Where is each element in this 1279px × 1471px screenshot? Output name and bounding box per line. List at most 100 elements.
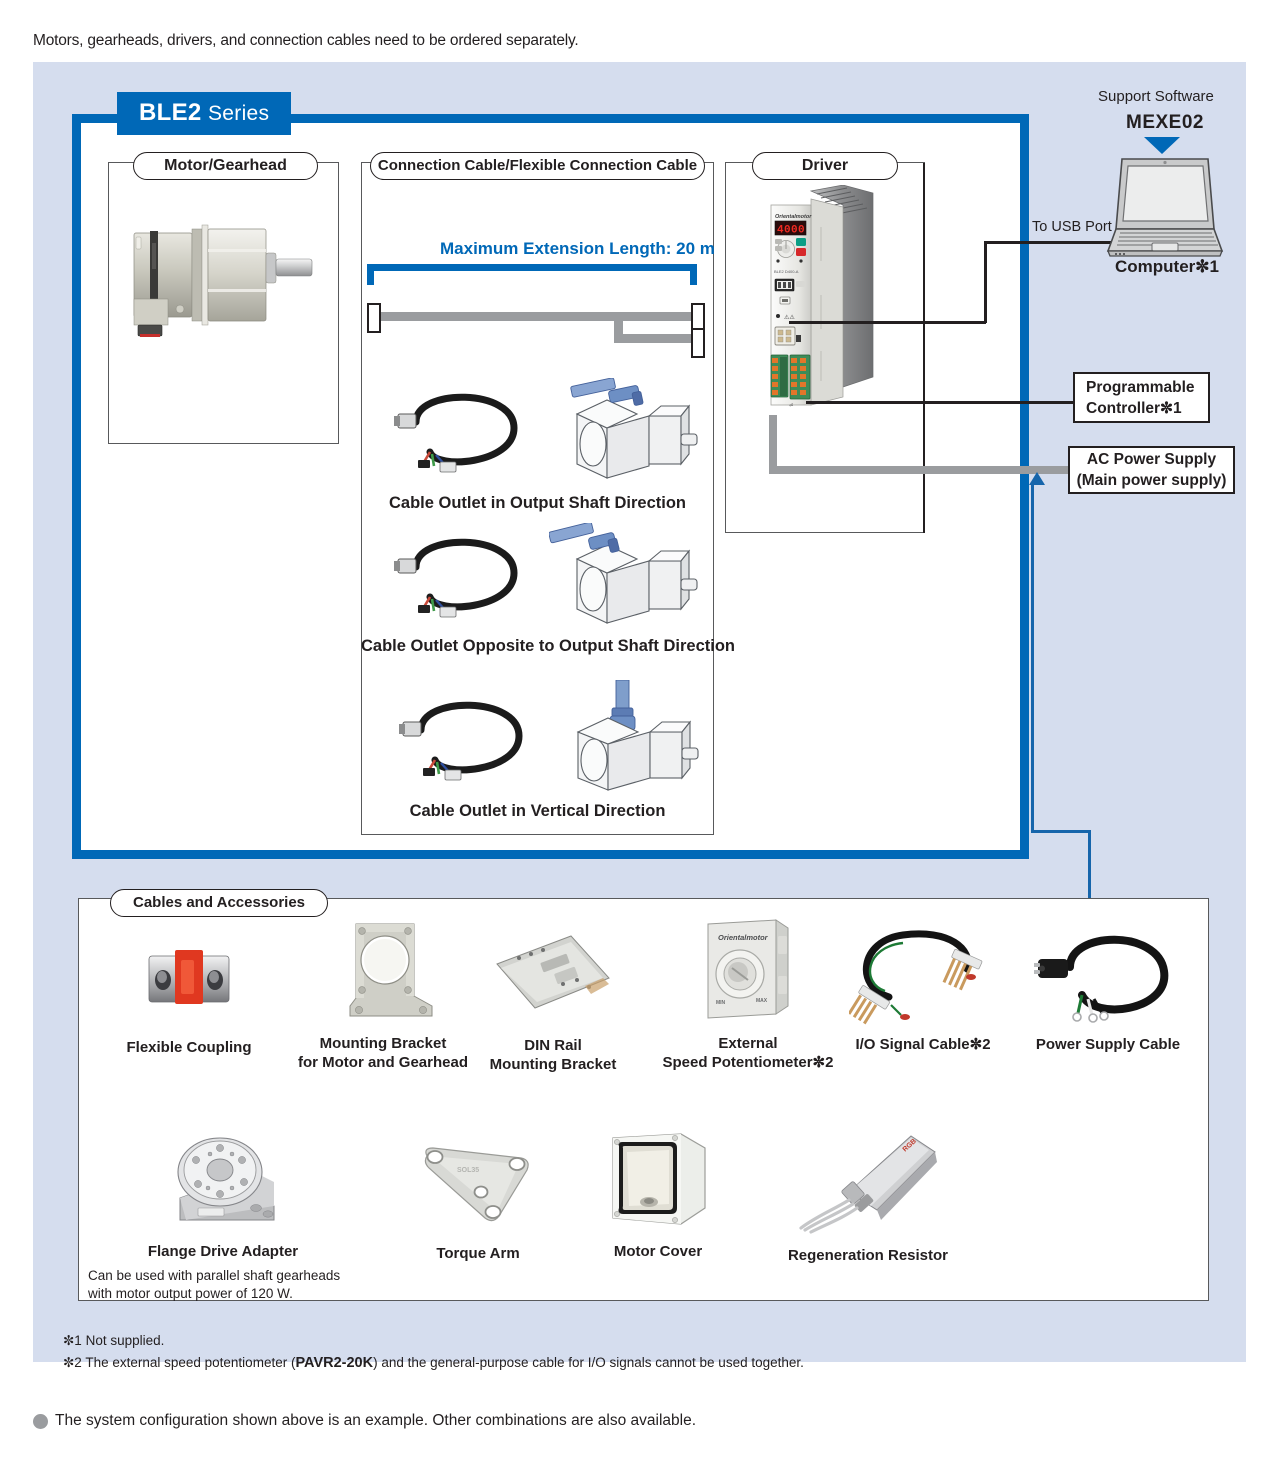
cable-run-horizontal-main: [381, 312, 691, 321]
max-extension-bracket: [367, 264, 697, 285]
cables-accessories-title: Cables and Accessories: [110, 889, 328, 917]
accessory-label: Flange Drive Adapter: [147, 1243, 299, 1260]
cable-variant-caption-2: Cable Outlet Opposite to Output Shaft Di…: [361, 637, 735, 655]
blue-connector-horizontal: [1031, 830, 1091, 833]
plc-line-2: Controller✼1: [1086, 399, 1182, 417]
svg-text:SOL35: SOL35: [457, 1167, 479, 1174]
programmable-controller-box: Programmable Controller✼1: [1073, 372, 1210, 423]
accessory-label-line-1: External: [718, 1035, 778, 1052]
accessory-label: Regeneration Resistor: [787, 1247, 949, 1264]
cable-connector-right-bottom: [691, 328, 705, 358]
speed-potentiometer-icon: Orientalmotor MIN MAX: [707, 919, 789, 1019]
accessory-power-supply-cable: Power Supply Cable: [1018, 925, 1198, 1054]
driver-title: Driver: [752, 152, 898, 180]
footnote-2-code: PAVR2-20K: [295, 1355, 374, 1371]
motor-cable-outlet-image-3: [576, 680, 699, 791]
accessory-note-line-1: Can be used with parallel shaft gearhead…: [88, 1268, 341, 1283]
wire-usb-vertical: [984, 241, 987, 323]
motor-cable-outlet-image-2: [549, 523, 698, 624]
motor-cover-icon: [612, 1133, 706, 1225]
blue-arrowhead-icon: [1029, 472, 1045, 485]
series-suffix: Series: [207, 102, 270, 125]
din-rail-bracket-icon: [496, 935, 610, 1009]
accessory-label: I/O Signal Cable✼2: [855, 1036, 991, 1053]
accessory-label-line-1: Mounting Bracket: [319, 1035, 447, 1052]
footnote-2-post: ) and the general-purpose cable for I/O …: [373, 1355, 804, 1370]
accessory-din-rail-bracket: DIN Rail Mounting Bracket: [478, 930, 628, 1074]
accessory-label-line-2: for Motor and Gearhead: [297, 1054, 469, 1071]
accessory-flange-drive-adapter: Flange Drive Adapter Can be used with pa…: [88, 1128, 358, 1303]
accessory-label-line-2: Mounting Bracket: [489, 1056, 617, 1073]
flexible-coupling-icon: [148, 950, 230, 1004]
bullet-icon: [33, 1413, 48, 1429]
accessory-note-line-2: with motor output power of 120 W.: [88, 1286, 293, 1301]
connection-cable-title: Connection Cable/Flexible Connection Cab…: [370, 152, 705, 180]
mounting-bracket-icon: [349, 923, 433, 1017]
power-supply-cable-icon: [1034, 935, 1169, 1023]
accessory-regeneration-resistor: RGB Regeneration Resistor: [778, 1130, 958, 1265]
usb-port-label: To USB Port: [1032, 219, 1112, 235]
motor-gearhead-image: [133, 224, 313, 337]
power-cable-horizontal: [769, 466, 1069, 474]
driver-display-value: 4000: [777, 225, 805, 237]
ble2-series-tab: BLE2 Series: [117, 92, 292, 135]
accessory-io-signal-cable: I/O Signal Cable✼2: [833, 925, 1013, 1054]
cable-variant-caption-1: Cable Outlet in Output Shaft Direction: [389, 494, 686, 512]
svg-text:BLE2 D400-A: BLE2 D400-A: [774, 269, 799, 274]
bottom-note-text: The system configuration shown above is …: [55, 1412, 697, 1429]
wire-usb-horizontal-1: [789, 321, 986, 324]
connection-cable-image-3: [399, 701, 523, 781]
accessory-label: Motor Cover: [613, 1243, 703, 1260]
wire-io-horizontal: [806, 401, 1074, 404]
svg-text:⚠⚠: ⚠⚠: [784, 314, 795, 321]
footnotes: ✼1 Not supplied. ✼2 The external speed p…: [63, 1330, 804, 1374]
accessory-label-line-1: DIN Rail: [524, 1037, 582, 1054]
svg-text:Orientalmotor: Orientalmotor: [718, 933, 769, 942]
flange-drive-adapter-icon: [177, 1137, 275, 1221]
regeneration-resistor-icon: RGB: [799, 1135, 937, 1234]
svg-text:⏎: ⏎: [789, 403, 793, 409]
series-name: BLE2: [139, 99, 202, 126]
accessory-flexible-coupling: Flexible Coupling: [104, 930, 274, 1057]
footnote-1: ✼1 Not supplied.: [63, 1333, 165, 1348]
cable-run-branch-horizontal: [614, 334, 691, 343]
plc-line-1: Programmable: [1086, 378, 1195, 396]
wire-usb-horizontal-2: [984, 241, 1114, 244]
support-software-label: Support Software: [1098, 88, 1214, 105]
accessory-speed-potentiometer: Orientalmotor MIN MAX External Speed Pot…: [648, 918, 848, 1072]
torque-arm-icon: SOL35: [424, 1147, 529, 1222]
svg-text:Orientalmotor: Orientalmotor: [775, 214, 812, 220]
computer-label: Computer✼1: [1115, 257, 1219, 276]
intro-text: Motors, gearheads, drivers, and connecti…: [33, 32, 579, 49]
connection-cable-image-2: [394, 538, 518, 618]
max-extension-label: Maximum Extension Length: 20 m: [440, 239, 715, 258]
accessory-label: Torque Arm: [436, 1245, 520, 1262]
accessory-label-line-2: Speed Potentiometer✼2: [662, 1054, 834, 1071]
blue-connector-vertical-upper: [1031, 484, 1034, 832]
accessory-motor-cover: Motor Cover: [578, 1130, 738, 1261]
ac-power-supply-box: AC Power Supply (Main power supply): [1068, 446, 1235, 494]
accessory-mounting-bracket: Mounting Bracket for Motor and Gearhead: [288, 920, 478, 1072]
cable-connector-left: [367, 303, 381, 333]
svg-text:MIN: MIN: [716, 1000, 726, 1006]
power-cable-vertical: [769, 415, 777, 470]
connection-cable-image-1: [394, 393, 518, 473]
mexe02-label: MEXE02: [1126, 112, 1204, 133]
svg-text:MAX: MAX: [756, 998, 768, 1004]
bottom-note: The system configuration shown above is …: [33, 1412, 696, 1430]
motor-gearhead-title: Motor/Gearhead: [133, 152, 318, 180]
io-signal-cable-icon: [849, 930, 983, 1025]
computer-laptop-icon: [1106, 158, 1224, 257]
footnote-2: ✼2 The external speed potentiometer (PAV…: [63, 1352, 804, 1374]
driver-image: Orientalmotor 4000 BLE2 D400-A ⚠⚠ ⏎: [770, 185, 874, 409]
ac-line-1: AC Power Supply: [1086, 451, 1217, 468]
ac-line-2: (Main power supply): [1076, 472, 1227, 489]
footnote-2-pre: ✼2 The external speed potentiometer (: [63, 1355, 296, 1370]
wire-driver-frame-right: [923, 163, 925, 533]
accessory-label: Power Supply Cable: [1035, 1036, 1181, 1053]
motor-cable-outlet-image-1: [570, 378, 698, 479]
accessory-torque-arm: SOL35 Torque Arm: [398, 1140, 558, 1263]
down-arrow-icon: [1144, 137, 1180, 154]
cable-variant-caption-3: Cable Outlet in Vertical Direction: [409, 802, 666, 820]
accessory-label: Flexible Coupling: [126, 1039, 252, 1056]
